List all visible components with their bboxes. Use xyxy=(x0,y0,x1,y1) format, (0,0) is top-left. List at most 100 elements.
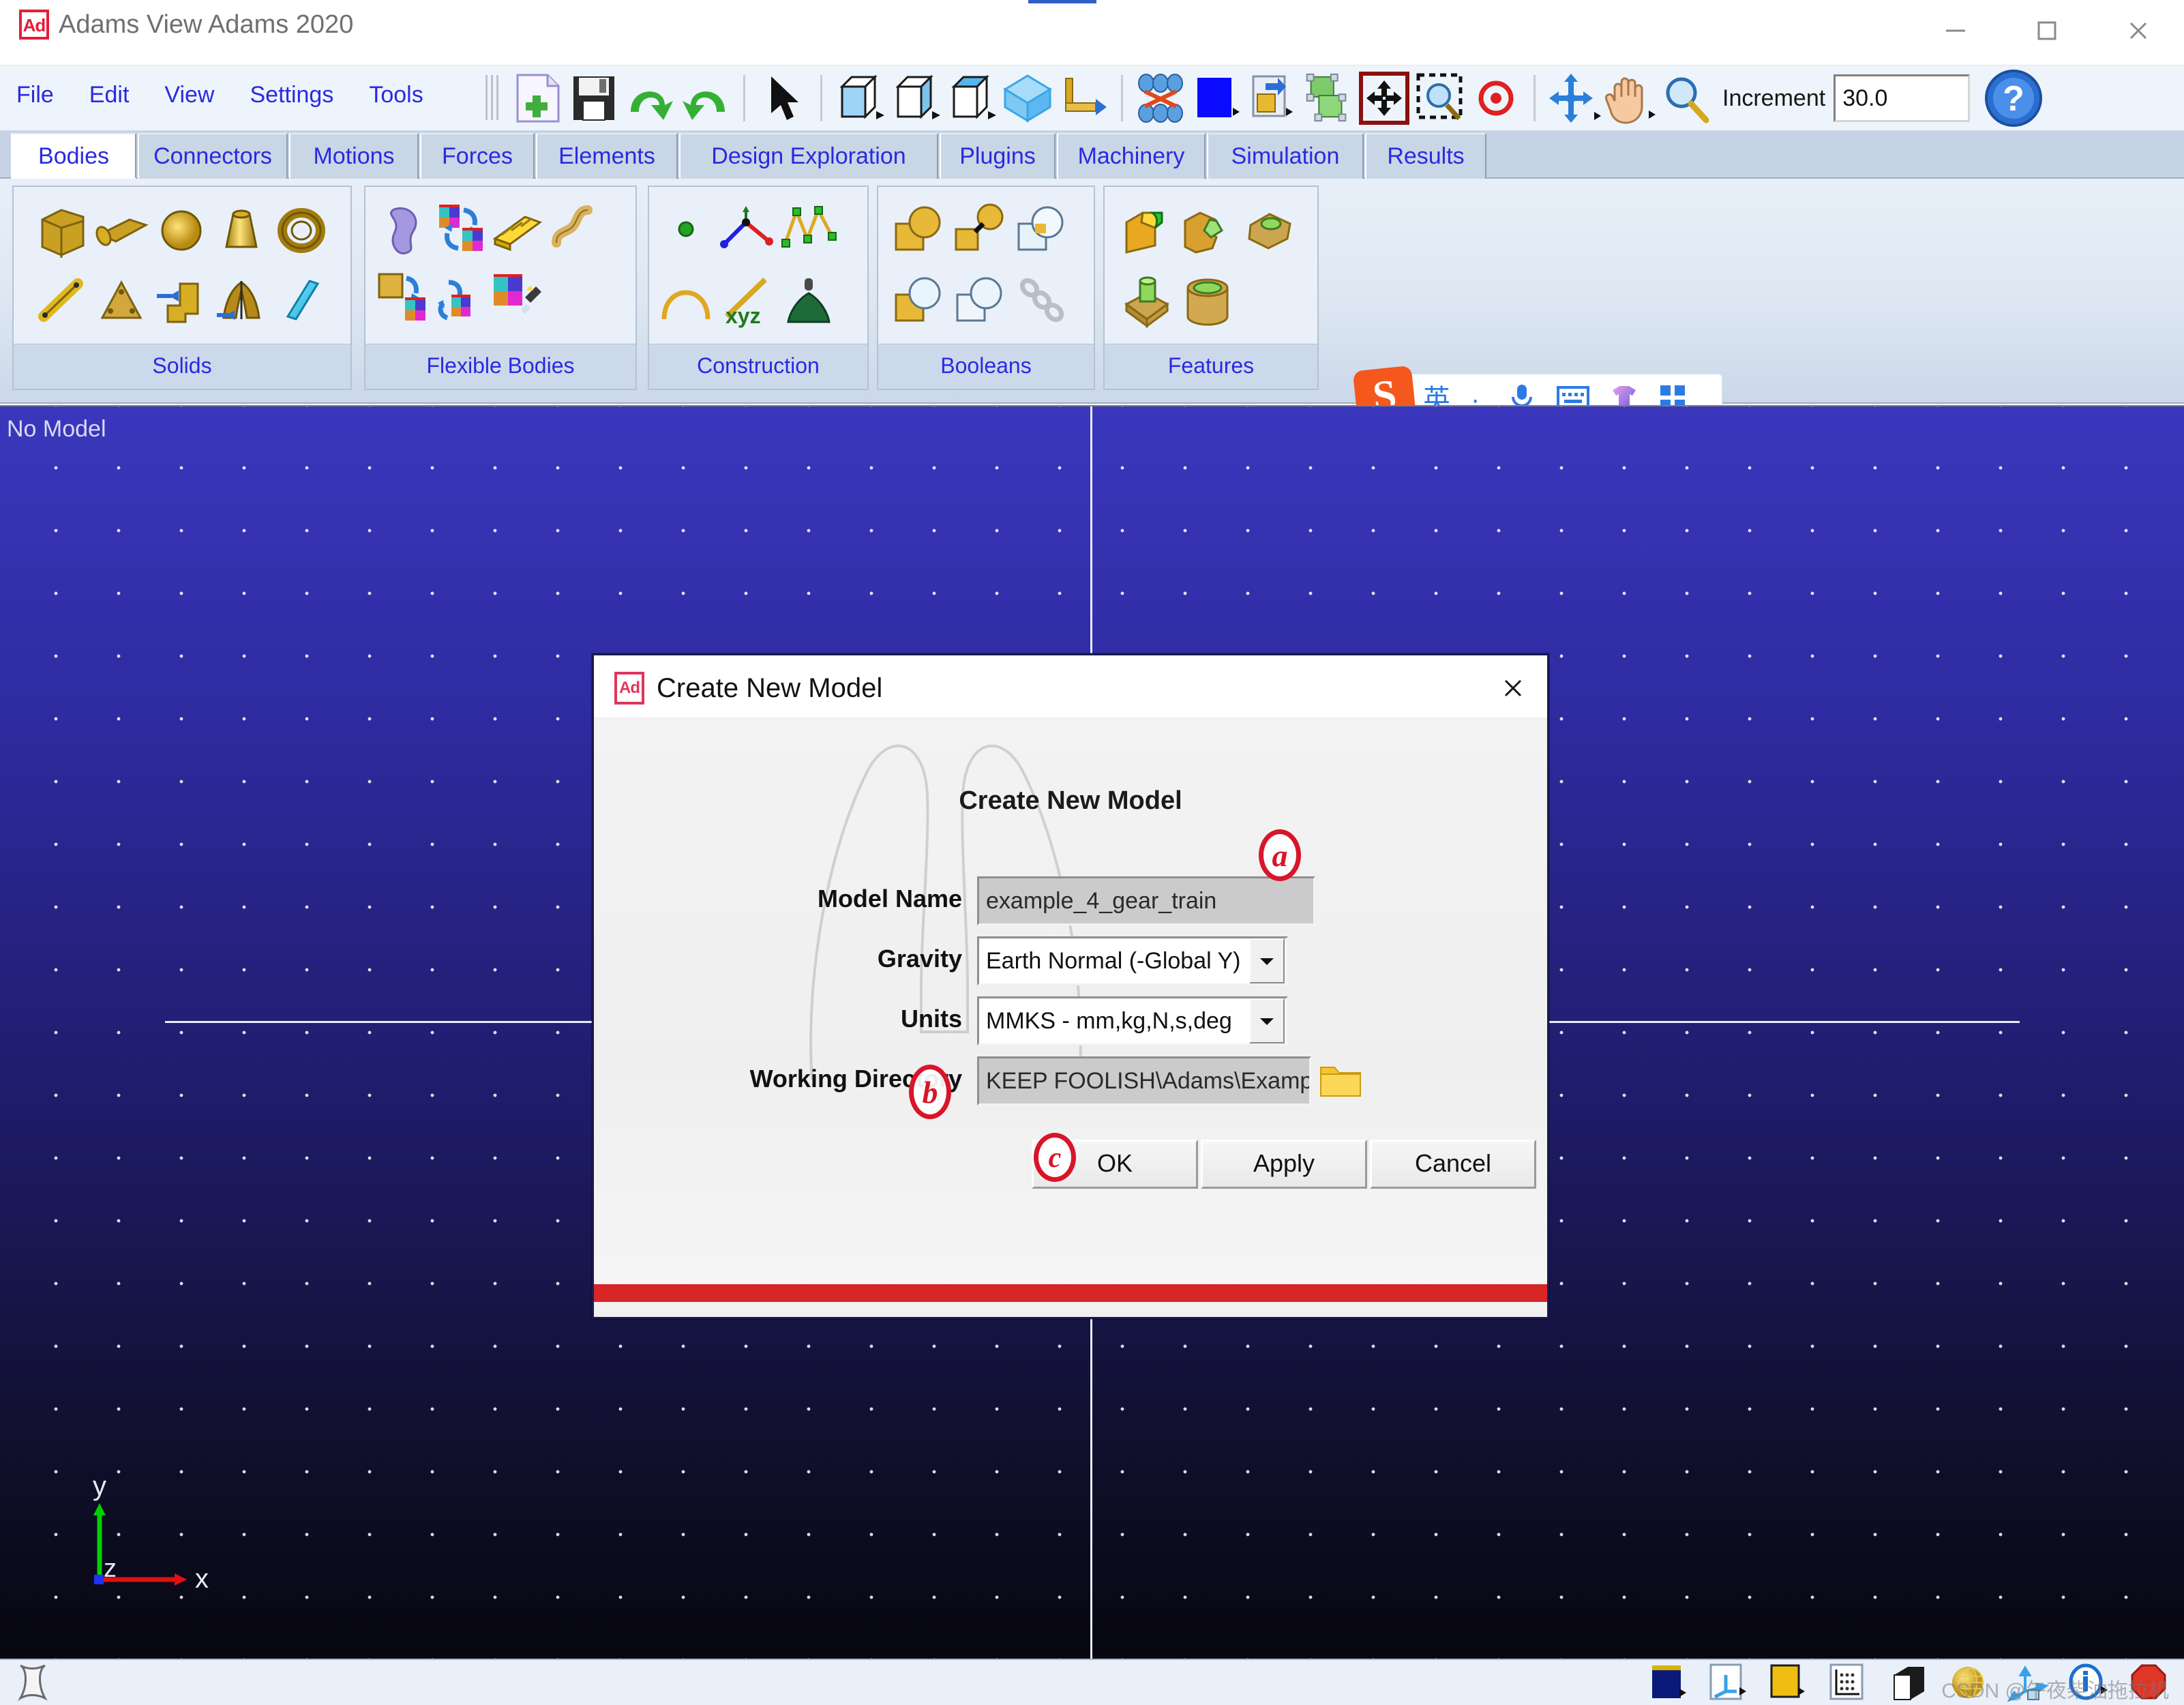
ribbon-group-booleans: Booleans xyxy=(877,186,1095,390)
top-view-icon[interactable] xyxy=(944,70,1000,127)
field-row-units: Units MMKS - mm,kg,N,s,deg xyxy=(594,996,1547,1050)
hole-icon[interactable] xyxy=(1176,267,1241,333)
model-name-field[interactable]: example_4_gear_train xyxy=(977,876,1315,925)
working-directory-field[interactable]: KEEP FOOLISH\Adams\Example\Temp xyxy=(977,1056,1311,1106)
tab-connectors[interactable]: Connectors xyxy=(138,133,288,179)
model-browser-icon[interactable] xyxy=(10,1660,64,1705)
stop-icon[interactable] xyxy=(2123,1661,2174,1704)
menu-item-tools[interactable]: Tools xyxy=(363,78,428,113)
tab-forces[interactable]: Forces xyxy=(420,133,535,179)
create-new-model-dialog[interactable]: Ad Create New Model Create New Model Mod… xyxy=(592,653,1549,1319)
side-view-icon[interactable] xyxy=(888,70,944,127)
merge-icon[interactable] xyxy=(948,196,1013,262)
zoom-icon[interactable] xyxy=(1657,70,1713,127)
minimize-button[interactable] xyxy=(1910,0,2001,61)
pan-hand-icon[interactable] xyxy=(1601,70,1657,127)
fillet-icon[interactable] xyxy=(1176,196,1241,262)
extrusion-icon[interactable] xyxy=(149,267,214,333)
tab-bodies[interactable]: Bodies xyxy=(11,133,136,179)
ribbon-group-solids: Solids xyxy=(12,186,352,390)
frustum-icon[interactable] xyxy=(209,196,274,262)
chevron-down-icon[interactable] xyxy=(1249,998,1285,1043)
folder-icon[interactable] xyxy=(1319,1059,1362,1101)
window-title: Adams View Adams 2020 xyxy=(59,10,354,39)
maximize-button[interactable] xyxy=(2001,0,2093,61)
revolution-icon[interactable] xyxy=(209,267,274,333)
rotate-xyz-icon[interactable] xyxy=(1545,70,1601,127)
menu-item-view[interactable]: View xyxy=(159,78,220,113)
chamfer-icon[interactable] xyxy=(1114,196,1180,262)
redo-icon[interactable] xyxy=(622,70,678,127)
unite-icon[interactable] xyxy=(886,196,952,262)
menu-item-file[interactable]: File xyxy=(11,78,59,113)
torus-icon[interactable] xyxy=(269,196,334,262)
fit-selection-icon[interactable] xyxy=(1300,70,1356,127)
plane-icon[interactable] xyxy=(269,267,334,333)
toolbar-grip[interactable] xyxy=(485,75,503,120)
hollow-icon[interactable] xyxy=(1237,196,1302,262)
dialog-close-button[interactable] xyxy=(1491,668,1535,709)
link-icon[interactable] xyxy=(29,267,94,333)
ribbon-tabs: Bodies Connectors Motions Forces Element… xyxy=(0,131,2184,179)
help-icon[interactable]: ? xyxy=(1982,67,2045,130)
xyz-marker-icon[interactable]: xyz xyxy=(715,267,780,333)
view-background-icon[interactable] xyxy=(1643,1661,1694,1704)
sphere-icon[interactable] xyxy=(149,196,214,262)
cylinder-icon[interactable] xyxy=(89,196,154,262)
grid-toggle-icon[interactable] xyxy=(1823,1661,1874,1704)
triad-x-label: x xyxy=(195,1564,209,1594)
background-color-icon[interactable] xyxy=(1188,70,1244,127)
zoom-box-icon[interactable] xyxy=(1412,70,1468,127)
arc-icon[interactable] xyxy=(653,267,719,333)
flex-edit-icon[interactable] xyxy=(484,267,550,333)
render-shaded-icon[interactable] xyxy=(1883,1661,1934,1704)
tab-plugins[interactable]: Plugins xyxy=(940,133,1056,179)
front-view-icon[interactable] xyxy=(832,70,888,127)
close-button[interactable] xyxy=(2093,0,2184,61)
spline-icon[interactable] xyxy=(776,196,841,262)
render-wireframe-icon[interactable] xyxy=(1943,1661,1994,1704)
tab-design-exploration[interactable]: Design Exploration xyxy=(679,133,938,179)
icon-visibility-icon[interactable] xyxy=(1763,1661,1814,1704)
undo-icon[interactable] xyxy=(678,70,734,127)
plate-icon[interactable] xyxy=(89,267,154,333)
increment-input[interactable]: 30.0 xyxy=(1834,74,1971,122)
subtract-icon[interactable] xyxy=(948,267,1013,333)
csg-icon[interactable] xyxy=(776,267,841,333)
gravity-select[interactable]: Earth Normal (-Global Y) xyxy=(977,936,1288,985)
boss-icon[interactable] xyxy=(1114,267,1180,333)
cut-icon[interactable] xyxy=(1009,196,1075,262)
box-icon[interactable] xyxy=(29,196,94,262)
tab-motions[interactable]: Motions xyxy=(289,133,419,179)
menu-item-edit[interactable]: Edit xyxy=(84,78,135,113)
titlebar-accent xyxy=(1028,0,1096,3)
information-icon[interactable] xyxy=(2063,1661,2114,1704)
tab-machinery[interactable]: Machinery xyxy=(1057,133,1206,179)
coordinate-axes-icon[interactable] xyxy=(2003,1661,2054,1704)
tab-elements[interactable]: Elements xyxy=(536,133,678,179)
save-icon[interactable] xyxy=(566,70,622,127)
iso-view-icon[interactable] xyxy=(1000,70,1056,127)
translate-icon[interactable] xyxy=(1356,70,1412,127)
tab-simulation[interactable]: Simulation xyxy=(1207,133,1364,179)
rotate-view-icon[interactable] xyxy=(1056,70,1111,127)
apply-button[interactable]: Apply xyxy=(1201,1140,1367,1189)
select-arrow-icon[interactable] xyxy=(755,70,811,127)
polyline-icon[interactable] xyxy=(715,196,780,262)
menu-item-settings[interactable]: Settings xyxy=(244,78,339,113)
point-icon[interactable] xyxy=(653,196,719,262)
depth-icon[interactable] xyxy=(1244,70,1300,127)
units-select[interactable]: MMKS - mm,kg,N,s,deg xyxy=(977,996,1288,1046)
intersect-icon[interactable] xyxy=(886,267,952,333)
tab-results[interactable]: Results xyxy=(1365,133,1486,179)
flex-spline-icon[interactable] xyxy=(540,196,605,262)
cancel-button[interactable]: Cancel xyxy=(1370,1140,1536,1189)
field-row-model-name: Model Name example_4_gear_train xyxy=(594,876,1547,930)
chevron-down-icon[interactable] xyxy=(1249,938,1285,983)
chain-icon[interactable] xyxy=(1009,267,1075,333)
new-model-icon[interactable] xyxy=(510,70,566,127)
triad-toggle-icon[interactable] xyxy=(1703,1661,1754,1704)
render-mode-icon[interactable] xyxy=(1133,70,1188,127)
solids-icons xyxy=(14,191,350,340)
center-view-icon[interactable] xyxy=(1468,70,1524,127)
